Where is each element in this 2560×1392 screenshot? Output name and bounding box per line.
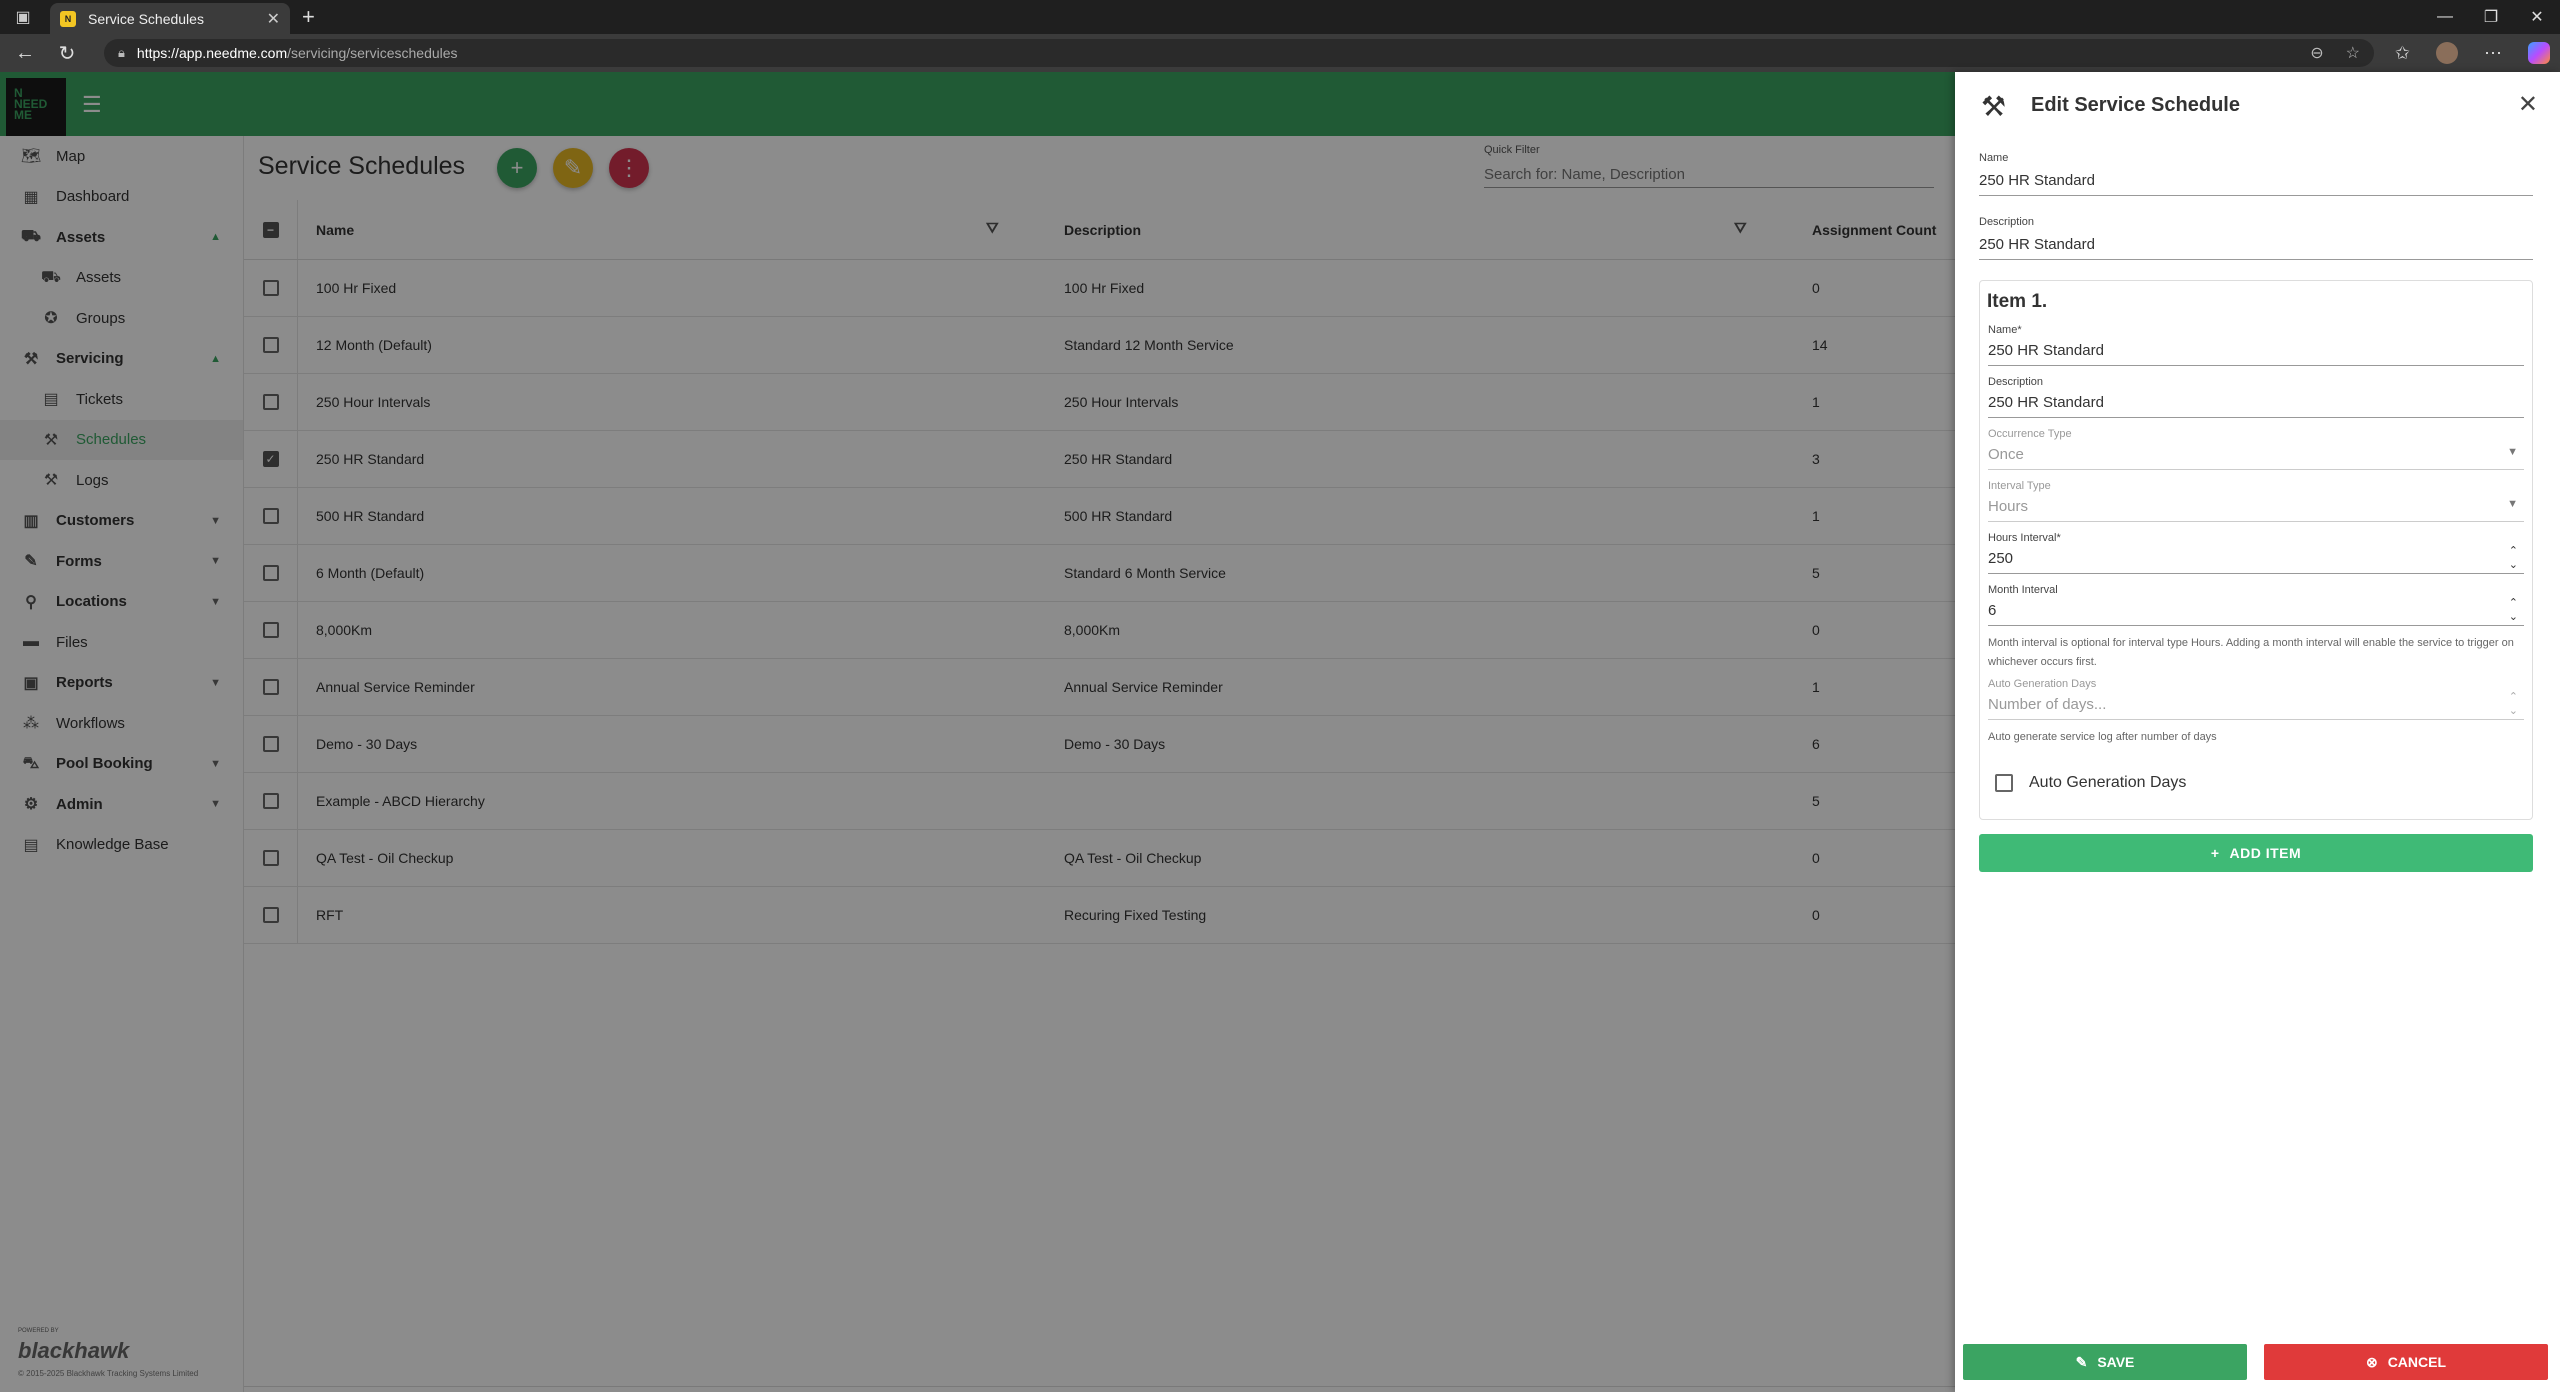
panel-title: Edit Service Schedule: [2031, 94, 2240, 116]
minimize-icon[interactable]: —: [2422, 0, 2468, 34]
url-field[interactable]: 🔒︎ https://app.needme.com/servicing/serv…: [104, 39, 2374, 67]
cancel-button[interactable]: ⊗ CANCEL: [2264, 1344, 2548, 1380]
auto-generation-checkbox[interactable]: [1995, 774, 2013, 792]
restore-icon[interactable]: ❐: [2468, 0, 2514, 34]
modal-backdrop[interactable]: [0, 136, 1955, 1392]
favorite-star-icon[interactable]: ☆: [2346, 43, 2360, 63]
cancel-icon: ⊗: [2365, 1353, 2378, 1370]
name-label: Name: [1979, 152, 2009, 164]
spinner-icon[interactable]: ⌃ ⌄: [2509, 690, 2518, 718]
item-title: Item 1.: [1987, 291, 2048, 312]
tab-actions-icon[interactable]: ▣: [0, 0, 46, 34]
url-host: https://app.needme.com: [136, 45, 288, 61]
item-name-label: Name*: [1988, 324, 2022, 336]
auto-generation-checkbox-row[interactable]: Auto Generation Days: [1995, 774, 2186, 792]
chevron-down-icon: ▼: [2507, 498, 2518, 510]
edit-schedule-panel: ⚒ Edit Service Schedule ✕ Name 250 HR St…: [1955, 72, 2560, 1392]
browser-tabbar: ▣ N Service Schedules ✕ + — ❐ ✕: [0, 0, 2560, 34]
tools-icon: ⚒: [1981, 91, 2007, 122]
item-description-label: Description: [1988, 376, 2044, 388]
name-field[interactable]: 250 HR Standard: [1979, 168, 2533, 196]
favorites-icon[interactable]: ✩: [2395, 43, 2410, 64]
spinner-icon[interactable]: ⌃ ⌄: [2509, 596, 2518, 624]
browser-tab[interactable]: N Service Schedules ✕: [50, 3, 290, 34]
auto-generation-input[interactable]: Number of days... ⌃ ⌄: [1988, 690, 2524, 720]
month-interval-input[interactable]: 6 ⌃ ⌄: [1988, 596, 2524, 626]
occurrence-type-label: Occurrence Type: [1988, 428, 2072, 440]
close-tab-icon[interactable]: ✕: [267, 9, 280, 29]
chevron-down-icon: ▼: [2507, 446, 2518, 458]
reader-icon[interactable]: ⊖: [2310, 43, 2323, 63]
description-label: Description: [1979, 216, 2035, 228]
add-item-button[interactable]: + ADD ITEM: [1979, 834, 2533, 872]
window-controls: — ❐ ✕: [2422, 0, 2560, 34]
profile-avatar[interactable]: [2436, 42, 2458, 64]
plus-icon: +: [2210, 845, 2220, 861]
close-icon[interactable]: ✕: [2518, 90, 2538, 119]
modal-backdrop-header[interactable]: [0, 72, 1955, 136]
url-path: /servicing/serviceschedules: [287, 45, 458, 61]
copilot-icon[interactable]: [2528, 42, 2550, 64]
lock-icon: 🔒︎: [118, 45, 125, 60]
month-interval-helper: Month interval is optional for interval …: [1988, 637, 2514, 668]
new-tab-icon[interactable]: +: [302, 4, 315, 30]
item-name-field[interactable]: 250 HR Standard: [1988, 338, 2524, 366]
app: N NEED ME ☰ 🗺︎ Map ▦ Dashboard ⛟ Assets ▲ ⛟ Ass…: [0, 72, 2560, 1392]
close-window-icon[interactable]: ✕: [2514, 0, 2560, 34]
save-button[interactable]: ✎ SAVE: [1963, 1344, 2247, 1380]
favicon-icon: N: [60, 10, 76, 27]
more-icon[interactable]: ⋯: [2484, 43, 2502, 64]
back-icon[interactable]: ←: [8, 36, 42, 70]
hours-interval-label: Hours Interval*: [1988, 532, 2061, 544]
spinner-icon[interactable]: ⌃ ⌄: [2509, 544, 2518, 572]
tab-title: Service Schedules: [88, 10, 204, 27]
reload-icon[interactable]: ↻: [50, 36, 84, 70]
interval-type-select[interactable]: Hours ▼: [1988, 494, 2524, 522]
save-icon: ✎: [2075, 1353, 2088, 1370]
auto-generation-helper: Auto generate service log after number o…: [1988, 731, 2217, 743]
interval-type-label: Interval Type: [1988, 480, 2051, 492]
item-description-field[interactable]: 250 HR Standard: [1988, 390, 2524, 418]
auto-generation-label: Auto Generation Days: [1988, 678, 2097, 690]
hours-interval-input[interactable]: 250 ⌃ ⌄: [1988, 544, 2524, 574]
month-interval-label: Month Interval: [1988, 584, 2058, 596]
address-bar-row: ← ↻ 🔒︎ https://app.needme.com/servicing/…: [0, 34, 2560, 72]
description-field[interactable]: 250 HR Standard: [1979, 232, 2533, 260]
occurrence-type-select[interactable]: Once ▼: [1988, 442, 2524, 470]
